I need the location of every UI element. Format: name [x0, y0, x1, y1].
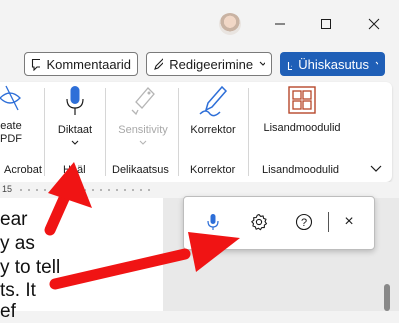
close-window-button[interactable]: [362, 14, 386, 34]
vertical-scrollbar[interactable]: [384, 284, 390, 311]
microphone-icon: [66, 86, 84, 115]
editor-label: Korrektor: [190, 124, 236, 136]
ribbon-collapse-button[interactable]: [370, 160, 382, 178]
ruler-ticks: [20, 189, 150, 191]
addins-label: Lisandmoodulid: [263, 122, 341, 134]
document-text-line: ef: [0, 301, 16, 322]
document-text-line: y as: [0, 233, 35, 254]
sensitivity-tag-icon: [131, 87, 155, 116]
document-text-line: ts. It: [0, 280, 36, 301]
gear-icon: [251, 213, 268, 231]
comments-button[interactable]: Kommentaarid: [24, 52, 138, 76]
addins-group-label: Lisandmoodulid: [262, 164, 340, 176]
share-button[interactable]: Ühiskasutus: [280, 52, 385, 76]
editor-group-label: Korrektor: [190, 164, 236, 176]
ribbon-separator: [248, 88, 249, 176]
editor-pen-icon: [199, 85, 228, 117]
close-icon: ×: [344, 213, 354, 230]
create-pdf-button[interactable]: eate PDF: [0, 84, 28, 146]
create-pdf-label: eate PDF: [0, 120, 22, 145]
maximize-icon: [321, 19, 331, 29]
dictation-separator: [328, 212, 329, 232]
minimize-button[interactable]: [268, 14, 292, 34]
ribbon-separator: [178, 88, 179, 176]
chevron-down-icon: [139, 140, 147, 145]
chevron-down-icon: [259, 61, 265, 66]
editing-label: Redigeerimine: [169, 56, 254, 72]
microphone-icon: [207, 214, 219, 230]
chevron-down-icon: [370, 165, 382, 172]
acrobat-group-label: Acrobat: [4, 164, 42, 176]
addins-grid-icon: [288, 86, 316, 114]
sensitivity-button[interactable]: Sensitivity: [112, 84, 174, 146]
close-icon: [368, 18, 380, 30]
chevron-down-icon[interactable]: [71, 140, 79, 146]
title-bar: [0, 0, 399, 48]
comments-label: Kommentaarid: [46, 56, 131, 72]
addins-button[interactable]: Lisandmoodulid: [254, 84, 350, 135]
document-text-line: ear: [0, 209, 28, 230]
help-icon: ?: [295, 213, 313, 231]
share-label: Ühiskasutus: [298, 56, 370, 72]
pencil-icon: [154, 58, 164, 70]
dictation-settings-button[interactable]: [245, 208, 273, 236]
pdf-icon: [0, 85, 21, 111]
dictate-button[interactable]: Diktaat: [52, 84, 98, 146]
voice-group-label: Hääl: [63, 164, 86, 176]
chevron-down-icon: [375, 61, 378, 65]
ribbon-separator: [105, 88, 106, 176]
dictation-close-button[interactable]: ×: [335, 208, 363, 236]
ruler-mark: 15: [2, 184, 13, 194]
dictate-label: Diktaat: [57, 124, 93, 136]
avatar[interactable]: [219, 13, 241, 35]
sensitivity-group-label: Delikaatsus: [112, 164, 169, 176]
sensitivity-label: Sensitivity: [118, 124, 168, 136]
dictation-help-button[interactable]: ?: [290, 208, 318, 236]
document-text-line: y to tell: [0, 257, 61, 278]
svg-text:?: ?: [301, 217, 307, 229]
comment-icon: [31, 58, 41, 71]
share-icon: [287, 61, 293, 70]
editing-mode-button[interactable]: Redigeerimine: [146, 52, 272, 76]
minimize-icon: [275, 23, 285, 25]
maximize-button[interactable]: [314, 14, 338, 34]
dictation-mic-button[interactable]: [199, 208, 227, 236]
ribbon-separator: [44, 88, 45, 176]
editor-button[interactable]: Korrektor: [184, 84, 242, 137]
